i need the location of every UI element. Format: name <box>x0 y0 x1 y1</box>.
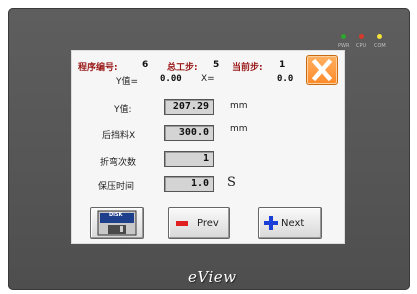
hold-time-label: 保压时间 <box>98 182 135 192</box>
bend-count-field[interactable]: 1 <box>164 151 214 167</box>
total-steps-value: 5 <box>213 60 220 70</box>
next-label: Next <box>281 218 305 229</box>
y-status-value: 0.00 <box>160 74 182 84</box>
hold-time-unit: S <box>227 175 236 190</box>
prev-label: Prev <box>197 218 219 229</box>
status-leds: PWR CPU COM <box>338 34 394 52</box>
current-step-value: 1 <box>279 60 286 70</box>
com-led-icon <box>377 34 382 39</box>
program-number-value: 6 <box>142 60 149 70</box>
back-gauge-x-label: 后挡料X <box>102 131 136 141</box>
y-value-label: Y值: <box>114 105 132 115</box>
bend-count-label: 折弯次数 <box>100 158 137 168</box>
hold-time-field[interactable]: 1.0 <box>164 176 214 192</box>
y-value-field[interactable]: 207.29 <box>164 99 214 115</box>
back-gauge-x-field[interactable]: 300.0 <box>164 125 214 141</box>
current-step-label: 当前步: <box>232 63 263 73</box>
brand-logo: eView <box>188 268 237 286</box>
next-button[interactable]: Next <box>258 207 322 239</box>
disk-label: DISK <box>109 212 123 218</box>
cpu-led-label: CPU <box>356 43 367 49</box>
y-value-unit: mm <box>230 101 248 111</box>
x-status-label: X= <box>201 74 215 84</box>
y-status-label: Y值= <box>116 77 139 87</box>
program-number-label: 程序编号: <box>78 63 118 73</box>
minus-icon <box>176 221 188 226</box>
plus-icon <box>264 216 278 230</box>
pwr-led-icon <box>341 34 346 39</box>
total-steps-label: 总工步: <box>167 63 198 73</box>
x-status-value: 0.0 <box>277 74 294 84</box>
pwr-led-label: PWR <box>338 43 350 49</box>
disk-button[interactable]: DISK <box>90 207 144 239</box>
back-gauge-x-unit: mm <box>230 124 248 134</box>
hmi-screen: 程序编号: 6 总工步: 5 当前步: 1 Y值= 0.00 X= 0.0 Y值… <box>71 50 345 244</box>
com-led-label: COM <box>374 43 386 49</box>
close-icon <box>311 58 333 82</box>
close-button[interactable] <box>306 55 338 85</box>
prev-button[interactable]: Prev <box>168 207 230 239</box>
cpu-led-icon <box>359 34 364 39</box>
